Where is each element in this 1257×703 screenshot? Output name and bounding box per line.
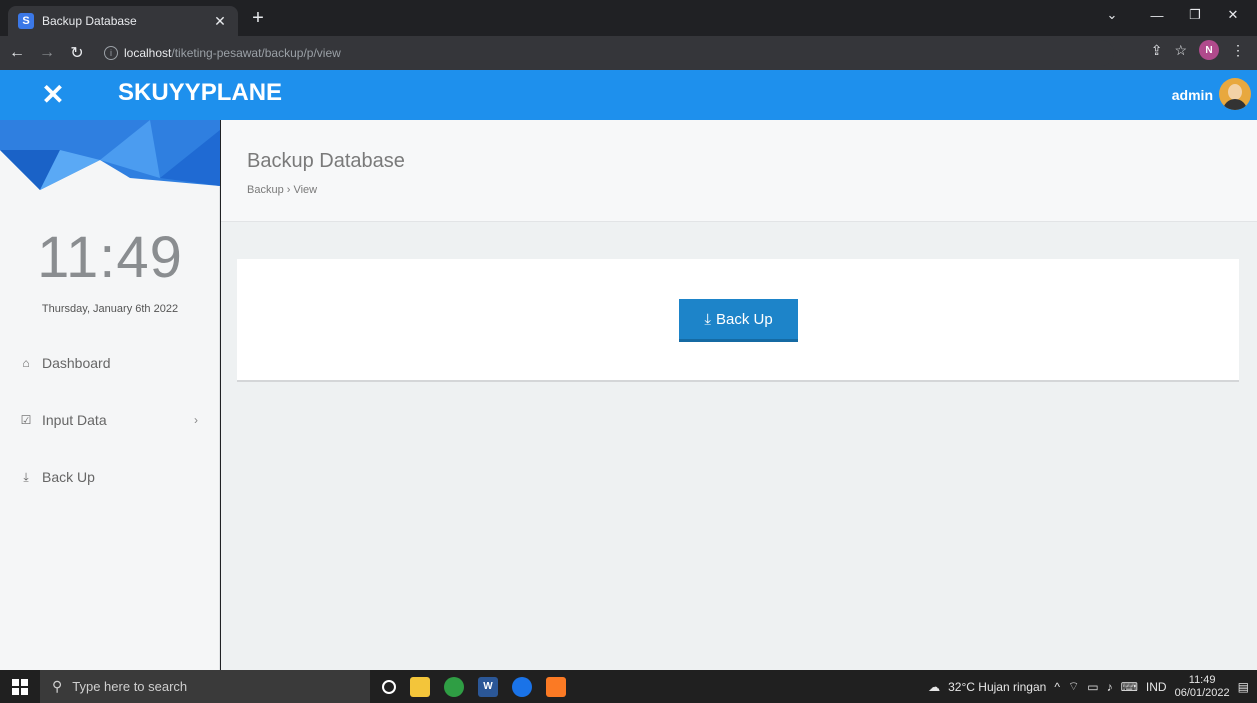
- chevron-right-icon: ›: [194, 413, 198, 427]
- user-name[interactable]: admin: [1172, 87, 1213, 103]
- close-tab-icon[interactable]: ✕: [212, 13, 228, 30]
- brand-logo[interactable]: SKUYYPLANE: [118, 79, 282, 107]
- search-placeholder: Type here to search: [72, 679, 188, 694]
- notification-icon[interactable]: ▤: [1238, 680, 1249, 694]
- menu-kebab-icon[interactable]: ⋮: [1231, 42, 1245, 59]
- browser-tab[interactable]: S Backup Database ✕: [8, 6, 238, 36]
- chevron-up-icon[interactable]: ^: [1054, 680, 1060, 694]
- pinned-apps: W: [382, 670, 566, 703]
- toolbar-actions: ⇪ ☆ N ⋮: [1151, 40, 1245, 60]
- file-explorer-icon[interactable]: [410, 676, 430, 697]
- weather-icon[interactable]: ☁: [928, 680, 940, 694]
- windows-start-icon[interactable]: [0, 670, 40, 703]
- sidebar-item-back-up[interactable]: ⤓ Back Up: [18, 465, 208, 489]
- sidebar-banner: [0, 120, 220, 190]
- clock-date: Thursday, January 6th 2022: [41, 303, 179, 315]
- volume-icon[interactable]: ♪: [1107, 680, 1113, 694]
- battery-icon[interactable]: ▭: [1087, 680, 1098, 694]
- network-icon[interactable]: ⌔: [1068, 679, 1079, 694]
- minimize-button[interactable]: —: [1137, 0, 1177, 30]
- bookmark-star-icon[interactable]: ☆: [1174, 42, 1187, 59]
- xampp-icon[interactable]: [546, 676, 566, 697]
- chrome-icon[interactable]: [444, 676, 464, 697]
- tab-search-chevron-icon[interactable]: ⌄: [1092, 0, 1132, 30]
- app-header: ✕ SKUYYPLANE admin: [0, 70, 1257, 120]
- cortana-icon[interactable]: [382, 679, 396, 694]
- taskbar: ⚲ Type here to search W ☁ 32°C Hujan rin…: [0, 670, 1257, 703]
- site-favicon-icon: S: [18, 13, 34, 29]
- taskbar-date: 06/01/2022: [1174, 686, 1230, 699]
- system-tray: ☁ 32°C Hujan ringan ^ ⌔ ▭ ♪ ⌨ IND 11:49 …: [928, 670, 1249, 703]
- url-host: localhost: [124, 46, 172, 60]
- back-up-button[interactable]: ⤓ Back Up: [679, 299, 798, 342]
- sidebar-item-label: Back Up: [42, 469, 95, 485]
- main-content: Backup Database Backup › View ⤓ Back Up: [221, 120, 1257, 670]
- sidebar-item-dashboard[interactable]: ⌂ Dashboard: [18, 351, 208, 375]
- backup-card: ⤓ Back Up: [237, 259, 1239, 382]
- browser-tabbar: S Backup Database ✕ + ⌄ — ❐ ✕: [0, 0, 1257, 36]
- avatar-face: [1228, 84, 1242, 100]
- page-title: Backup Database: [247, 150, 405, 172]
- taskbar-time: 11:49: [1188, 673, 1216, 686]
- word-icon[interactable]: W: [478, 676, 498, 697]
- weather-text[interactable]: 32°C Hujan ringan: [948, 680, 1046, 694]
- language-indicator[interactable]: IND: [1146, 680, 1167, 694]
- taskbar-clock[interactable]: 11:49 06/01/2022: [1175, 674, 1230, 700]
- breadcrumb: Backup › View: [247, 184, 318, 196]
- reload-icon[interactable]: ↻: [64, 40, 90, 66]
- close-sidebar-icon[interactable]: ✕: [28, 80, 78, 110]
- avatar[interactable]: [1219, 78, 1251, 110]
- back-up-button-label: Back Up: [715, 310, 773, 328]
- address-bar[interactable]: i localhost /tiketing-pesawat/backup/p/v…: [104, 40, 1114, 66]
- sidebar-item-label: Input Data: [42, 412, 107, 428]
- url-path: /tiketing-pesawat/backup/p/view: [171, 46, 341, 60]
- back-arrow-icon[interactable]: ←: [4, 40, 30, 66]
- download-icon: ⤓: [704, 310, 711, 328]
- page-header: Backup Database Backup › View: [221, 120, 1257, 222]
- taskbar-search-input[interactable]: ⚲ Type here to search: [40, 670, 370, 703]
- chrome-profile-icon[interactable]: [512, 676, 532, 697]
- sidebar-item-label: Dashboard: [42, 355, 111, 371]
- new-tab-button[interactable]: +: [246, 6, 270, 30]
- info-icon[interactable]: i: [104, 46, 118, 60]
- sidebar-item-input-data[interactable]: ☑ Input Data ›: [18, 408, 208, 432]
- forward-arrow-icon[interactable]: →: [34, 40, 60, 66]
- tab-title: Backup Database: [42, 14, 137, 28]
- restore-button[interactable]: ❐: [1175, 0, 1215, 30]
- share-icon[interactable]: ⇪: [1151, 42, 1163, 59]
- sidebar: 11:49 Thursday, January 6th 2022 ⌂ Dashb…: [0, 120, 220, 670]
- browser-toolbar: ← → ↻ i localhost /tiketing-pesawat/back…: [0, 36, 1257, 70]
- check-square-icon: ☑: [20, 413, 32, 427]
- avatar-body: [1223, 99, 1247, 110]
- clock-time: 11:49: [37, 225, 183, 290]
- search-icon: ⚲: [52, 678, 63, 694]
- close-window-button[interactable]: ✕: [1213, 0, 1253, 30]
- keyboard-icon[interactable]: ⌨: [1121, 680, 1138, 694]
- download-icon: ⤓: [23, 469, 29, 484]
- profile-avatar[interactable]: N: [1199, 40, 1219, 60]
- home-icon: ⌂: [22, 356, 30, 370]
